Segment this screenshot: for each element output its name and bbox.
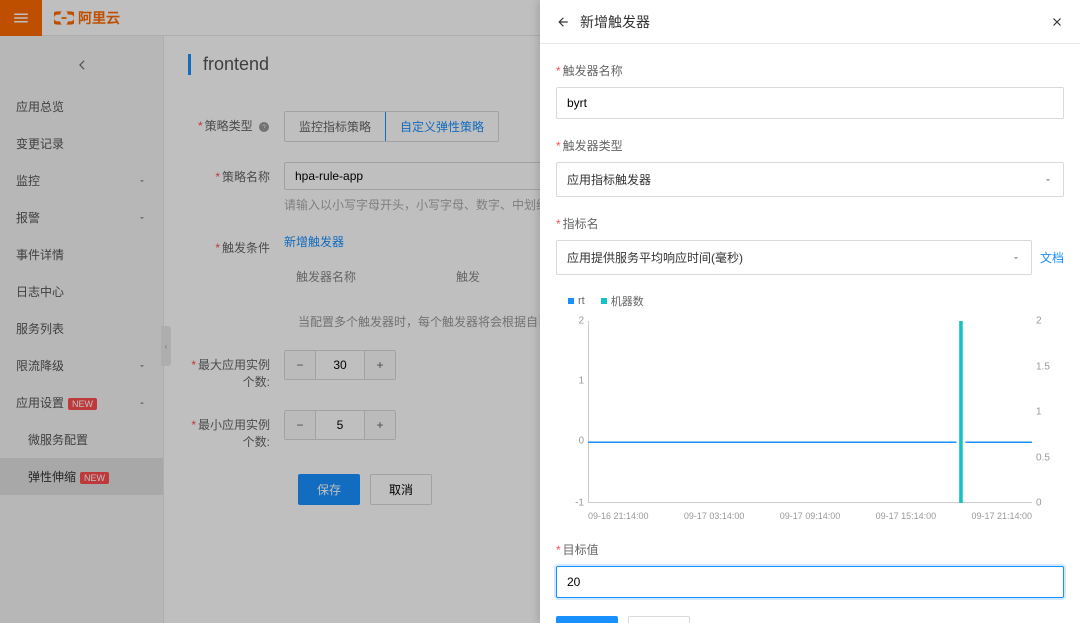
legend-machines[interactable]: 机器数: [601, 293, 644, 309]
drawer-body: *触发器名称 *触发器类型 应用指标触发器 *指标名 应用提供服务平均响应时间(…: [540, 44, 1080, 623]
trigger-type-select[interactable]: 应用指标触发器: [556, 162, 1064, 197]
stepper-plus-button[interactable]: +: [365, 411, 395, 439]
legend-rt[interactable]: rt: [568, 293, 585, 309]
drawer-header: 新增触发器: [540, 0, 1080, 44]
drawer-title: 新增触发器: [580, 12, 1040, 32]
sidebar-item-changelog[interactable]: 变更记录: [0, 125, 163, 162]
new-badge: NEW: [80, 472, 109, 484]
metric-chart: 2 1 0 -1 2 1.5 1 0.5 0 09-16 21:14:00 09…: [564, 321, 1056, 521]
chart-svg: [588, 321, 1032, 503]
sidebar-item-elastic[interactable]: 弹性伸缩NEW: [0, 458, 163, 495]
policy-name-input[interactable]: [284, 162, 564, 190]
sidebar-collapse-handle[interactable]: ‹: [161, 326, 171, 366]
chevron-down-icon: [137, 213, 147, 223]
metric-label: *指标名: [556, 215, 1064, 232]
policy-name-label: *策略名称: [188, 162, 284, 185]
back-arrow-icon[interactable]: [556, 15, 570, 29]
sidebar-item-appsettings[interactable]: 应用设置NEW: [0, 384, 163, 421]
stepper-plus-button[interactable]: +: [365, 351, 395, 379]
col-trigger-name: 触发器名称: [284, 260, 444, 293]
sidebar-item-logs[interactable]: 日志中心: [0, 273, 163, 310]
sidebar-item-microservice[interactable]: 微服务配置: [0, 421, 163, 458]
sidebar-item-overview[interactable]: 应用总览: [0, 88, 163, 125]
min-instance-stepper: − +: [284, 410, 396, 440]
sidebar-item-alert[interactable]: 报警: [0, 199, 163, 236]
y-axis-right: 2 1.5 1 0.5 0: [1036, 321, 1056, 503]
trigger-name-input[interactable]: [556, 87, 1064, 119]
chevron-left-icon: [75, 58, 89, 72]
trigger-cond-label: *触发条件: [188, 233, 284, 256]
menu-button[interactable]: [0, 0, 42, 36]
max-instance-label: *最大应用实例个数:: [188, 350, 284, 390]
x-axis: 09-16 21:14:00 09-17 03:14:00 09-17 09:1…: [588, 511, 1032, 521]
min-instance-label: *最小应用实例个数:: [188, 410, 284, 450]
brand-icon: [54, 11, 74, 25]
close-icon[interactable]: [1050, 15, 1064, 29]
brand-text: 阿里云: [78, 8, 120, 28]
menu-icon: [12, 9, 30, 27]
chevron-up-icon: [137, 398, 147, 408]
sidebar: 应用总览 变更记录 监控 报警 事件详情 日志中心 服务列表 限流降级 应用设置…: [0, 36, 164, 623]
max-instance-input[interactable]: [315, 351, 365, 379]
stepper-minus-button[interactable]: −: [285, 411, 315, 439]
target-input[interactable]: [556, 566, 1064, 598]
add-trigger-link[interactable]: 新增触发器: [284, 235, 344, 249]
tab-custom-policy[interactable]: 自定义弹性策略: [385, 111, 499, 142]
drawer: 新增触发器 *触发器名称 *触发器类型 应用指标触发器 *指标名 应用提供服务平…: [540, 0, 1080, 623]
y-axis-left: 2 1 0 -1: [564, 321, 584, 503]
chevron-down-icon: [1043, 175, 1053, 185]
target-label: *目标值: [556, 541, 1064, 558]
brand-logo[interactable]: 阿里云: [54, 8, 120, 28]
help-icon[interactable]: [258, 121, 270, 133]
chevron-down-icon: [1011, 253, 1021, 263]
sidebar-item-events[interactable]: 事件详情: [0, 236, 163, 273]
new-badge: NEW: [68, 398, 97, 410]
col-trigger-action: 触发: [444, 260, 492, 293]
metric-select[interactable]: 应用提供服务平均响应时间(毫秒): [556, 240, 1032, 275]
confirm-button[interactable]: 确定: [556, 616, 618, 623]
sidebar-item-services[interactable]: 服务列表: [0, 310, 163, 347]
drawer-cancel-button[interactable]: 取消: [628, 616, 690, 623]
chevron-down-icon: [137, 176, 147, 186]
chevron-down-icon: [137, 361, 147, 371]
sidebar-item-throttle[interactable]: 限流降级: [0, 347, 163, 384]
cancel-button[interactable]: 取消: [370, 474, 432, 505]
tab-metric-policy[interactable]: 监控指标策略: [285, 112, 386, 141]
save-button[interactable]: 保存: [298, 474, 360, 505]
trigger-name-label: *触发器名称: [556, 62, 1064, 79]
sidebar-back-button[interactable]: [0, 52, 163, 88]
policy-type-tabs: 监控指标策略 自定义弹性策略: [284, 111, 499, 142]
sidebar-item-monitor[interactable]: 监控: [0, 162, 163, 199]
trigger-type-label: *触发器类型: [556, 137, 1064, 154]
policy-type-label: *策略类型: [188, 111, 284, 134]
min-instance-input[interactable]: [315, 411, 365, 439]
doc-link[interactable]: 文档: [1040, 249, 1064, 266]
chart-legend: rt 机器数: [568, 293, 1064, 309]
stepper-minus-button[interactable]: −: [285, 351, 315, 379]
max-instance-stepper: − +: [284, 350, 396, 380]
